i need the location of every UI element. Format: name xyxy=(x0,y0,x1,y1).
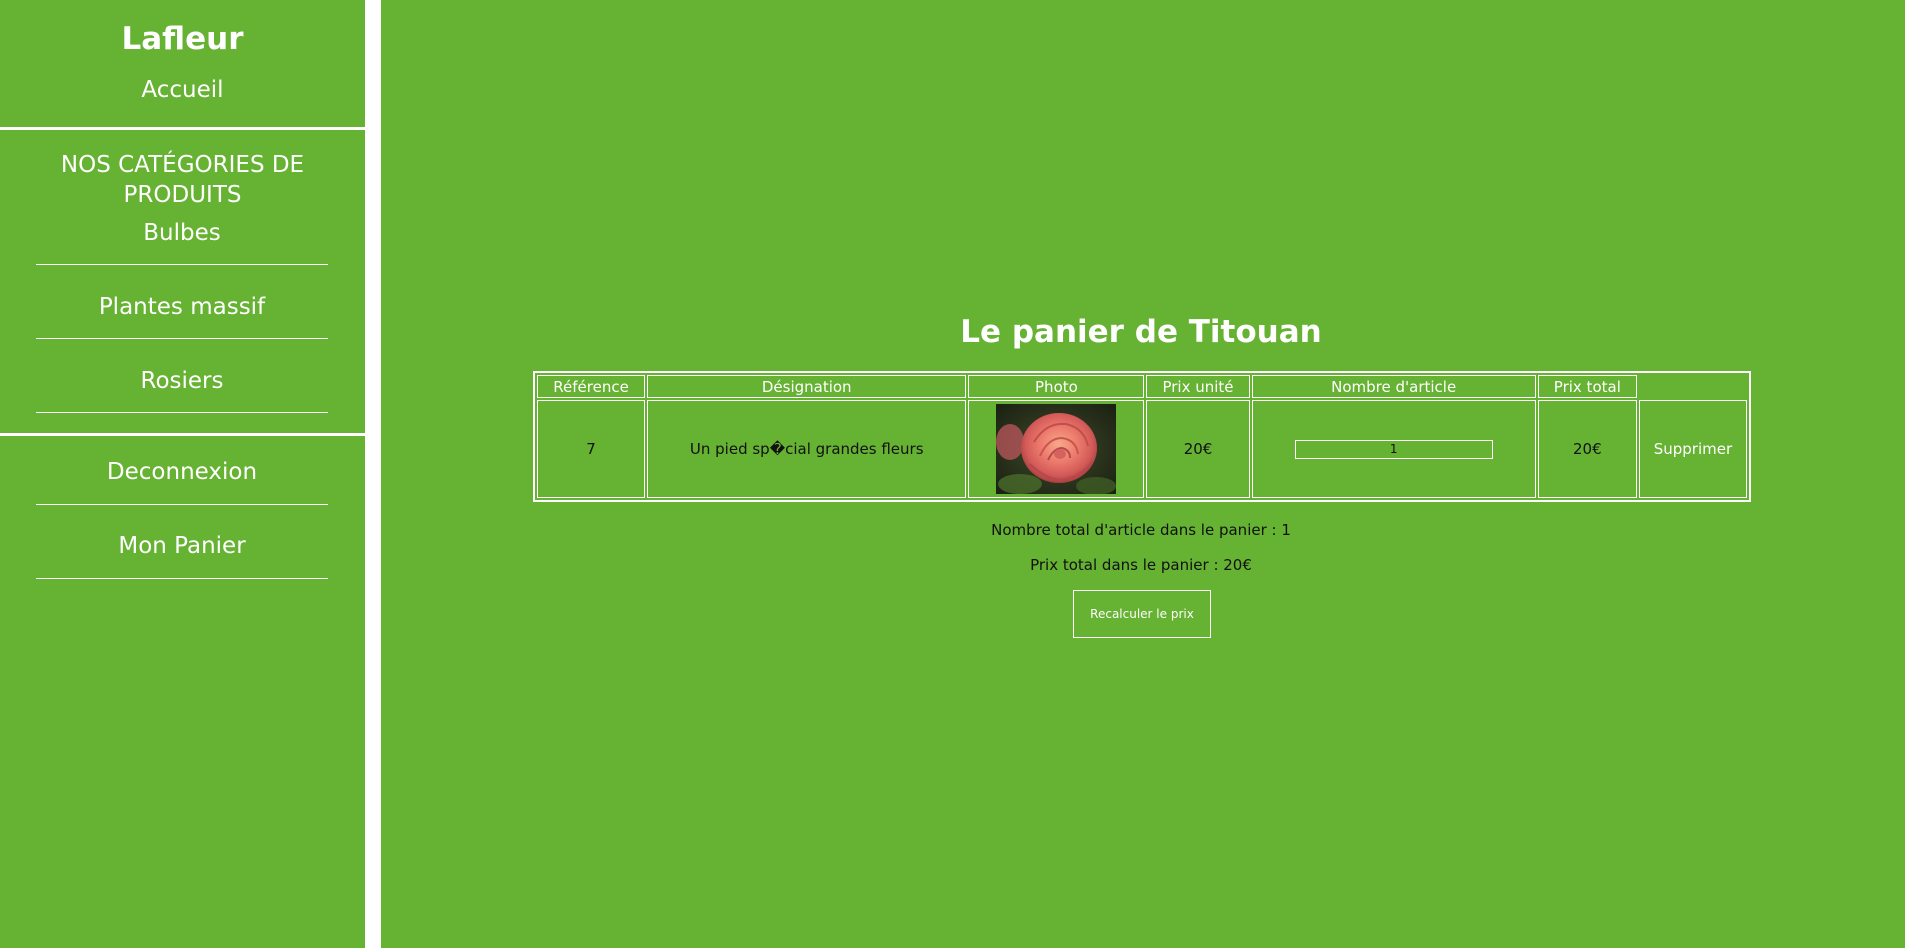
header-actions xyxy=(1639,375,1747,398)
nav-cart-link[interactable]: Mon Panier xyxy=(36,531,328,579)
nav-logout-link[interactable]: Deconnexion xyxy=(36,457,328,505)
section-divider xyxy=(0,433,365,436)
header-photo: Photo xyxy=(968,375,1145,398)
nav-home-link[interactable]: Accueil xyxy=(0,76,365,104)
total-price-text: Prix total dans le panier : 20€ xyxy=(1030,556,1252,574)
table-row: 7 Un pied sp�cial grandes fleurs 20€ 1 2… xyxy=(537,400,1747,498)
categories-heading: NOS CATÉGORIES DE PRODUITS xyxy=(60,152,305,208)
cell-quantity xyxy=(1251,400,1536,498)
table-header-row: Référence Désignation Photo Prix unité N… xyxy=(537,375,1747,398)
cell-actions: Supprimer xyxy=(1638,400,1747,498)
total-items-text: Nombre total d'article dans le panier : … xyxy=(991,521,1291,539)
nav-category-plantes-massif[interactable]: Plantes massif xyxy=(36,291,328,339)
cart-table: Référence Désignation Photo Prix unité N… xyxy=(533,371,1751,502)
delete-item-link[interactable]: Supprimer xyxy=(1654,440,1732,458)
quantity-input[interactable] xyxy=(1294,439,1493,459)
nav-category-rosiers[interactable]: Rosiers xyxy=(36,365,328,413)
header-quantity: Nombre d'article xyxy=(1251,375,1536,398)
recalculate-price-button[interactable]: Recalculer le prix xyxy=(1073,590,1211,638)
product-photo-rose xyxy=(996,404,1117,495)
cell-total-price: 20€ xyxy=(1537,400,1637,498)
vertical-divider xyxy=(365,0,381,948)
page-title: Le panier de Titouan xyxy=(960,314,1322,350)
nav-category-bulbes[interactable]: Bulbes xyxy=(36,217,328,265)
main-content: Le panier de Titouan Référence Désignati… xyxy=(381,0,1905,948)
cell-designation: Un pied sp�cial grandes fleurs xyxy=(647,400,967,498)
brand-logo: Lafleur xyxy=(121,21,244,57)
cell-photo xyxy=(968,400,1145,498)
cell-unit-price: 20€ xyxy=(1146,400,1250,498)
section-divider xyxy=(0,127,365,130)
header-designation: Désignation xyxy=(647,375,967,398)
cell-reference: 7 xyxy=(537,400,646,498)
header-total-price: Prix total xyxy=(1537,375,1637,398)
header-reference: Référence xyxy=(537,375,646,398)
sidebar: Lafleur Accueil NOS CATÉGORIES DE PRODUI… xyxy=(0,0,365,948)
header-unit-price: Prix unité xyxy=(1146,375,1250,398)
